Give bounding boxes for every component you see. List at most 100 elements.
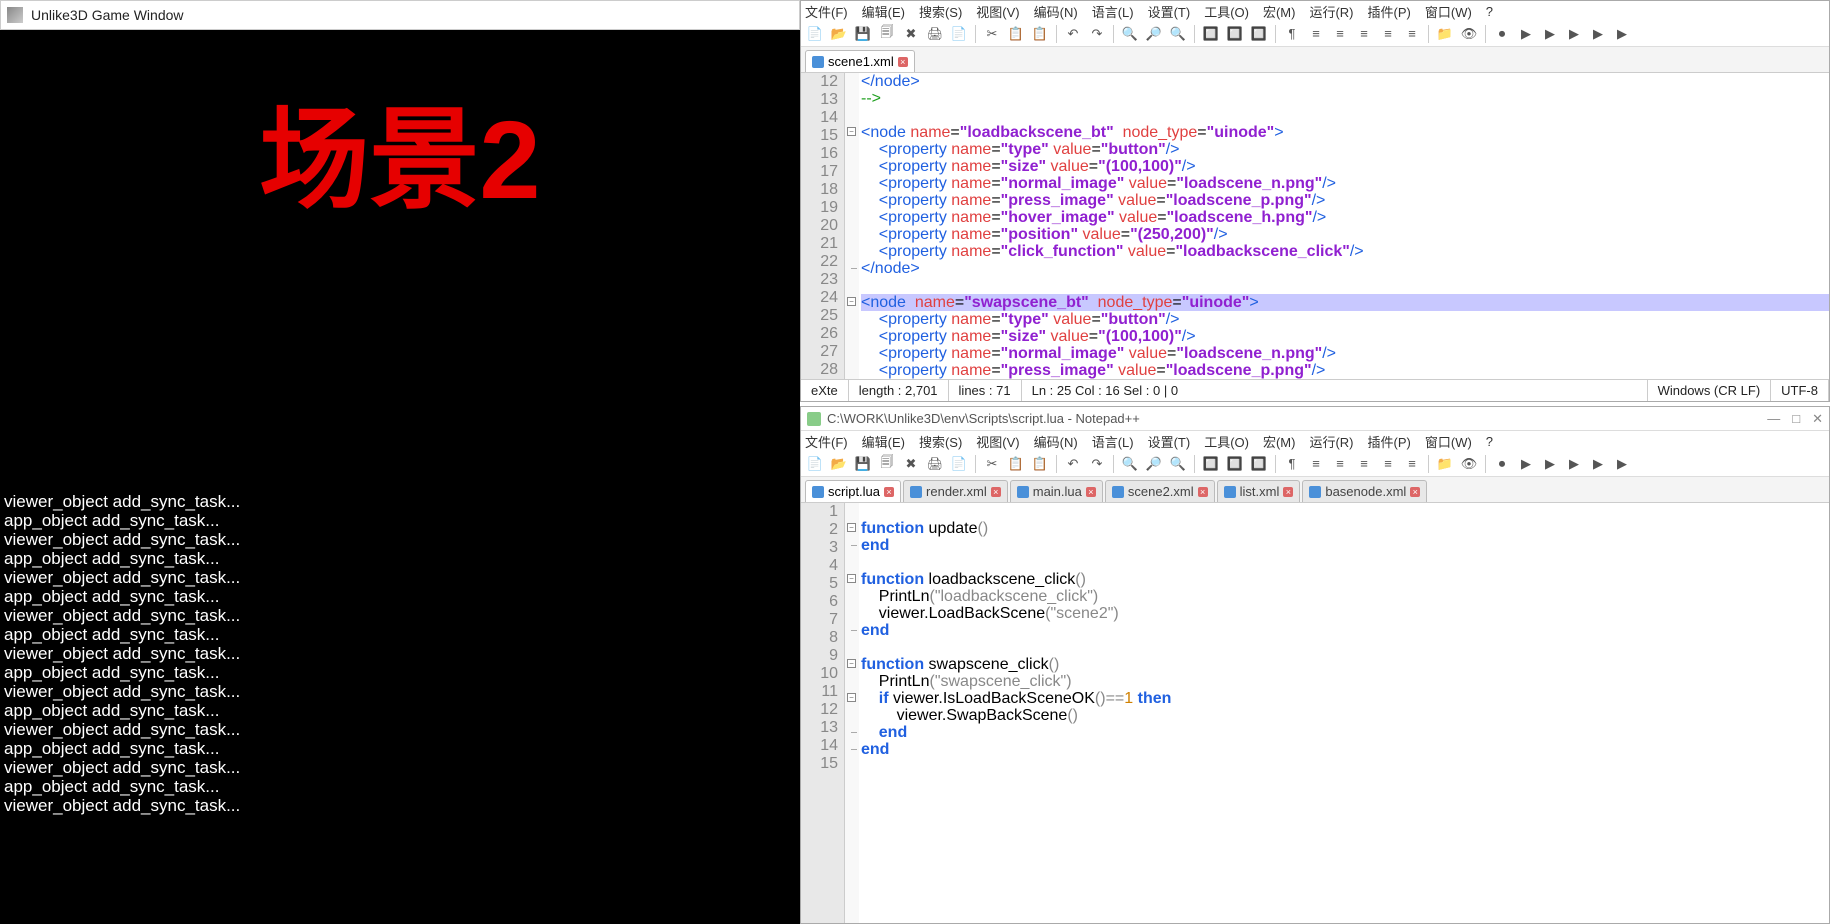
- toolbar-button[interactable]: ¶: [1282, 24, 1302, 44]
- toolbar-button[interactable]: 🔍: [1168, 454, 1188, 474]
- menu-item[interactable]: 运行(R): [1309, 2, 1353, 21]
- menu-item[interactable]: 文件(F): [805, 2, 848, 21]
- code-line[interactable]: [861, 639, 1829, 656]
- toolbar-button[interactable]: ≡: [1402, 24, 1422, 44]
- toolbar-button[interactable]: ▶: [1588, 454, 1608, 474]
- toolbar-button[interactable]: ▶: [1540, 454, 1560, 474]
- toolbar-button[interactable]: ≡: [1378, 454, 1398, 474]
- toolbar-button[interactable]: ✖: [901, 24, 921, 44]
- close-icon[interactable]: ×: [1198, 487, 1208, 497]
- fold-toggle[interactable]: −: [847, 574, 856, 583]
- fold-toggle[interactable]: −: [847, 297, 856, 306]
- fold-toggle[interactable]: −: [847, 523, 856, 532]
- code-line[interactable]: <property name="position" value="(250,20…: [861, 226, 1829, 243]
- menu-item[interactable]: 工具(O): [1204, 2, 1249, 21]
- menu-item[interactable]: 设置(T): [1148, 432, 1191, 451]
- toolbar-button[interactable]: ▶: [1564, 24, 1584, 44]
- code-line[interactable]: <node name="loadbackscene_bt" node_type=…: [861, 124, 1829, 141]
- toolbar-button[interactable]: 📋: [1030, 454, 1050, 474]
- code-line[interactable]: [861, 277, 1829, 294]
- window-titlebar[interactable]: C:\WORK\Unlike3D\env\Scripts\script.lua …: [801, 407, 1829, 431]
- minimize-button[interactable]: —: [1767, 411, 1780, 427]
- game-window-titlebar[interactable]: Unlike3D Game Window: [0, 0, 800, 30]
- toolbar-button[interactable]: 📄: [949, 454, 969, 474]
- code-line[interactable]: </node>: [861, 260, 1829, 277]
- toolbar-button[interactable]: ≡: [1306, 454, 1326, 474]
- menu-item[interactable]: ?: [1486, 434, 1493, 449]
- toolbar-button[interactable]: ✖: [901, 454, 921, 474]
- tab-script-lua[interactable]: script.lua×: [805, 480, 901, 502]
- code-line[interactable]: [861, 503, 1829, 520]
- toolbar-button[interactable]: 👁: [1459, 24, 1479, 44]
- tabbar[interactable]: script.lua×render.xml×main.lua×scene2.xm…: [801, 477, 1829, 503]
- toolbar-button[interactable]: 🔎: [1144, 454, 1164, 474]
- code-line[interactable]: end: [861, 537, 1829, 554]
- code-line[interactable]: <property name="hover_image" value="load…: [861, 209, 1829, 226]
- toolbar-button[interactable]: 📂: [829, 24, 849, 44]
- menu-item[interactable]: 视图(V): [976, 2, 1019, 21]
- toolbar-button[interactable]: ≡: [1330, 24, 1350, 44]
- menu-item[interactable]: 运行(R): [1309, 432, 1353, 451]
- menu-item[interactable]: 搜索(S): [919, 432, 962, 451]
- code-line[interactable]: end: [861, 741, 1829, 758]
- close-icon[interactable]: ×: [884, 487, 894, 497]
- code-line[interactable]: function swapscene_click(): [861, 656, 1829, 673]
- menu-item[interactable]: 插件(P): [1368, 2, 1411, 21]
- close-icon[interactable]: ×: [898, 57, 908, 67]
- toolbar-button[interactable]: 📁: [1435, 24, 1455, 44]
- toolbar-button[interactable]: ¶: [1282, 454, 1302, 474]
- toolbar-button[interactable]: 🔲: [1249, 454, 1269, 474]
- code-line[interactable]: <property name="click_function" value="l…: [861, 243, 1829, 260]
- tab-scene2-xml[interactable]: scene2.xml×: [1105, 480, 1215, 502]
- tab-main-lua[interactable]: main.lua×: [1010, 480, 1103, 502]
- code-area[interactable]: </node>--><node name="loadbackscene_bt" …: [859, 73, 1829, 379]
- toolbar-button[interactable]: ≡: [1354, 454, 1374, 474]
- code-line[interactable]: <property name="press_image" value="load…: [861, 192, 1829, 209]
- code-line[interactable]: function loadbackscene_click(): [861, 571, 1829, 588]
- code-line[interactable]: if viewer.IsLoadBackSceneOK()==1 then: [861, 690, 1829, 707]
- toolbar-button[interactable]: 🔍: [1120, 454, 1140, 474]
- tab-list-xml[interactable]: list.xml×: [1217, 480, 1301, 502]
- toolbar-button[interactable]: 📋: [1006, 454, 1026, 474]
- fold-toggle[interactable]: −: [847, 693, 856, 702]
- code-line[interactable]: viewer.SwapBackScene(): [861, 707, 1829, 724]
- toolbar-button[interactable]: 📋: [1030, 24, 1050, 44]
- menu-item[interactable]: 窗口(W): [1425, 432, 1472, 451]
- toolbar-button[interactable]: ⏺: [1492, 24, 1512, 44]
- toolbar-button[interactable]: ▶: [1540, 24, 1560, 44]
- toolbar[interactable]: 📄📂💾🗐✖🖨📄✂📋📋↶↷🔍🔎🔍🔲🔲🔲¶≡≡≡≡≡📁👁⏺▶▶▶▶▶: [801, 451, 1829, 477]
- menu-item[interactable]: 编辑(E): [862, 2, 905, 21]
- toolbar-button[interactable]: 🖨: [925, 24, 945, 44]
- toolbar-button[interactable]: 🔲: [1249, 24, 1269, 44]
- code-line[interactable]: end: [861, 622, 1829, 639]
- toolbar-button[interactable]: ✂: [982, 454, 1002, 474]
- menubar[interactable]: 文件(F)编辑(E)搜索(S)视图(V)编码(N)语言(L)设置(T)工具(O)…: [801, 431, 1829, 451]
- code-line[interactable]: PrintLn("swapscene_click"): [861, 673, 1829, 690]
- toolbar-button[interactable]: ▶: [1516, 454, 1536, 474]
- tab-render-xml[interactable]: render.xml×: [903, 480, 1008, 502]
- menu-item[interactable]: 搜索(S): [919, 2, 962, 21]
- toolbar-button[interactable]: 🔲: [1225, 454, 1245, 474]
- toolbar-button[interactable]: 👁: [1459, 454, 1479, 474]
- close-button[interactable]: ✕: [1812, 411, 1823, 427]
- code-line[interactable]: <property name="size" value="(100,100)"/…: [861, 158, 1829, 175]
- menu-item[interactable]: 视图(V): [976, 432, 1019, 451]
- toolbar-button[interactable]: ▶: [1612, 24, 1632, 44]
- code-line[interactable]: [861, 554, 1829, 571]
- code-line[interactable]: function update(): [861, 520, 1829, 537]
- code-line[interactable]: <property name="normal_image" value="loa…: [861, 175, 1829, 192]
- code-area[interactable]: function update()endfunction loadbacksce…: [859, 503, 1829, 923]
- code-line[interactable]: <property name="size" value="(100,100)"/…: [861, 328, 1829, 345]
- toolbar-button[interactable]: ↶: [1063, 24, 1083, 44]
- code-line[interactable]: end: [861, 724, 1829, 741]
- menu-item[interactable]: 插件(P): [1368, 432, 1411, 451]
- toolbar-button[interactable]: ≡: [1402, 454, 1422, 474]
- toolbar-button[interactable]: 💾: [853, 24, 873, 44]
- toolbar-button[interactable]: 🔲: [1201, 454, 1221, 474]
- code-line[interactable]: <property name="type" value="button"/>: [861, 311, 1829, 328]
- toolbar-button[interactable]: 🔲: [1201, 24, 1221, 44]
- code-line[interactable]: <property name="press_image" value="load…: [861, 362, 1829, 379]
- tabbar[interactable]: scene1.xml ×: [801, 47, 1829, 73]
- toolbar-button[interactable]: ✂: [982, 24, 1002, 44]
- toolbar-button[interactable]: 📄: [805, 454, 825, 474]
